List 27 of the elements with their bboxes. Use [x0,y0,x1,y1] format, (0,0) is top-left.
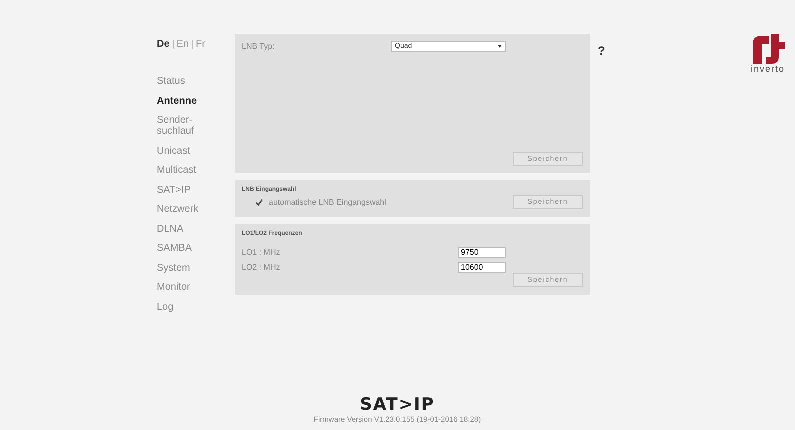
nav-link[interactable]: Netzwerk [157,204,235,215]
nav-link[interactable]: Antenne [157,96,235,106]
caret-icon [498,45,502,48]
nav-link[interactable]: System [157,262,235,274]
language-link[interactable]: En [176,39,190,50]
nav-link[interactable]: Multicast [157,165,235,176]
checkbox[interactable] [256,198,263,206]
nav-link[interactable]: DLNA [157,224,235,234]
language-link[interactable]: De [157,39,170,50]
brand-wordmark: inverto [750,64,785,74]
field-label: LNB Typ: [242,42,275,51]
nav-link[interactable]: Sender- suchlauf [157,115,235,137]
logo-icon [753,34,785,64]
nav-link[interactable]: Log [157,302,235,312]
nav-link[interactable]: Status [157,76,235,87]
field-label: LO1 : MHz [242,248,280,257]
nav-link[interactable]: SAT>IP [157,184,235,196]
help-link[interactable]: ? [598,44,606,58]
language-link[interactable]: Fr [196,39,206,50]
frequency-input[interactable]: 9750 [458,247,506,258]
nav-link[interactable]: SAMBA [157,243,235,254]
footer-logo: SAT>IP [360,395,435,415]
field-label: LO2 : MHz [242,263,280,272]
nav-link[interactable]: Monitor [157,282,235,293]
checkbox-label: automatische LNB Eingangswahl [269,198,386,206]
nav-link[interactable]: Unicast [157,146,235,156]
frequency-input[interactable]: 10600 [458,262,506,273]
